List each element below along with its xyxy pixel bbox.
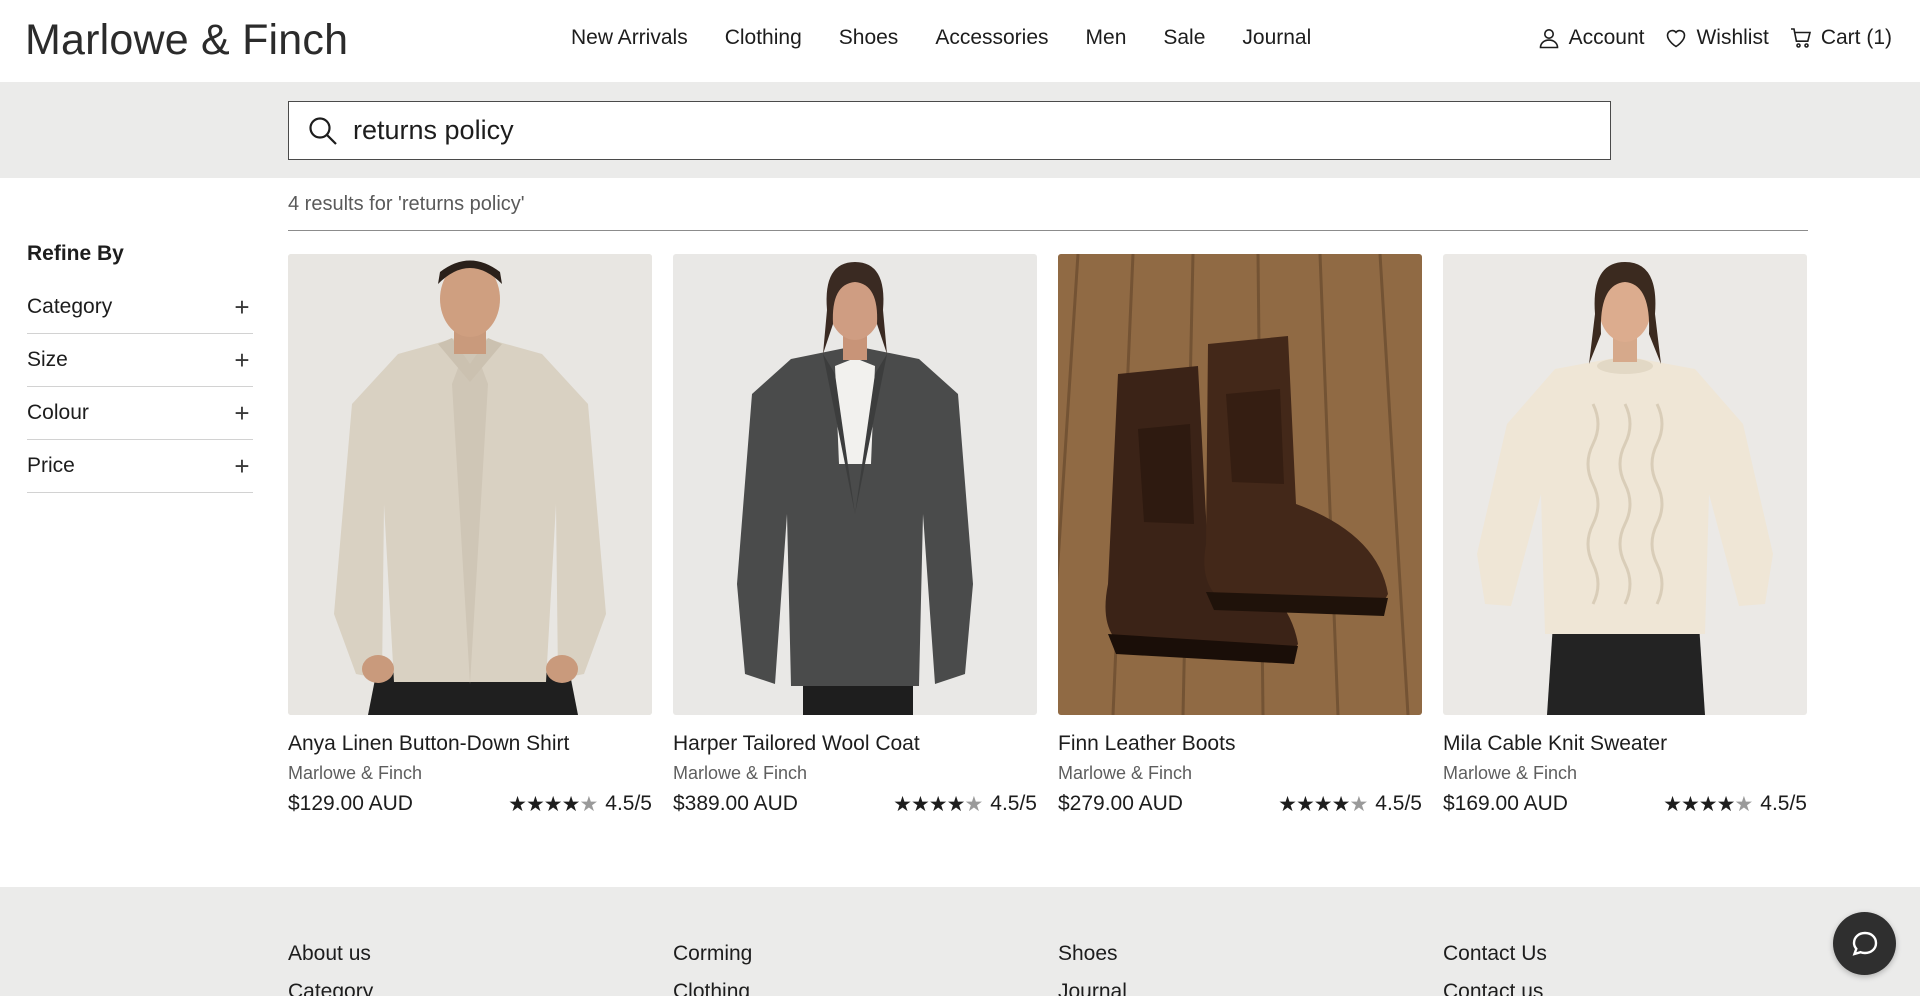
filter-price[interactable]: Price + bbox=[27, 440, 253, 493]
wishlist-label: Wishlist bbox=[1696, 26, 1769, 49]
star-rating-icon: ★★★★★ bbox=[1663, 792, 1753, 816]
nav-clothing[interactable]: Clothing bbox=[725, 26, 802, 50]
product-card[interactable]: Finn Leather Boots Marlowe & Finch $279.… bbox=[1058, 254, 1422, 816]
cart-label: Cart (1) bbox=[1820, 26, 1892, 49]
refine-title: Refine By bbox=[27, 242, 124, 265]
search-icon bbox=[309, 116, 337, 145]
search-box[interactable] bbox=[288, 101, 1611, 160]
rating-value: 4.5/5 bbox=[990, 792, 1037, 815]
product-price: $389.00 AUD bbox=[673, 792, 798, 815]
product-image-boots[interactable] bbox=[1058, 254, 1422, 715]
site-header: Marlowe & Finch New Arrivals Clothing Sh… bbox=[0, 0, 1920, 82]
results-count: 4 results for 'returns policy' bbox=[288, 193, 525, 215]
star-rating-icon: ★★★★★ bbox=[508, 792, 598, 816]
footer-link[interactable]: Journal bbox=[1058, 980, 1127, 996]
nav-sale[interactable]: Sale bbox=[1163, 26, 1205, 50]
search-band bbox=[0, 82, 1920, 178]
product-image-shirt[interactable] bbox=[288, 254, 652, 715]
product-card[interactable]: Anya Linen Button-Down Shirt Marlowe & F… bbox=[288, 254, 652, 816]
product-price: $169.00 AUD bbox=[1443, 792, 1568, 815]
product-name[interactable]: Harper Tailored Wool Coat bbox=[673, 732, 1037, 756]
filter-colour[interactable]: Colour + bbox=[27, 387, 253, 440]
product-image-coat[interactable] bbox=[673, 254, 1037, 715]
product-brand: Marlowe & Finch bbox=[673, 763, 808, 783]
filter-label: Category bbox=[27, 295, 113, 318]
product-price: $129.00 AUD bbox=[288, 792, 413, 815]
site-footer: About us Category Corming Clothing Shoes… bbox=[0, 887, 1920, 996]
user-icon bbox=[1539, 29, 1558, 49]
product-name[interactable]: Anya Linen Button-Down Shirt bbox=[288, 732, 652, 756]
wishlist-link[interactable]: Wishlist bbox=[1664, 26, 1769, 50]
rating-value: 4.5/5 bbox=[1760, 792, 1807, 815]
plus-icon[interactable]: + bbox=[231, 347, 253, 373]
heart-icon bbox=[1667, 29, 1686, 48]
product-rating: ★★★★★ 4.5/5 bbox=[1278, 792, 1422, 816]
footer-heading[interactable]: Corming bbox=[673, 942, 752, 966]
search-input[interactable] bbox=[353, 115, 1553, 146]
star-rating-icon: ★★★★★ bbox=[893, 792, 983, 816]
footer-column: About us Category bbox=[288, 942, 373, 996]
product-rating: ★★★★★ 4.5/5 bbox=[508, 792, 652, 816]
nav-accessories[interactable]: Accessories bbox=[935, 26, 1048, 50]
footer-column: Corming Clothing bbox=[673, 942, 752, 996]
nav-journal[interactable]: Journal bbox=[1242, 26, 1311, 50]
filter-list: Category + Size + Colour + Price + bbox=[27, 281, 253, 493]
chat-bubble-icon bbox=[1852, 931, 1877, 956]
product-card[interactable]: Mila Cable Knit Sweater Marlowe & Finch … bbox=[1443, 254, 1807, 816]
nav-shoes[interactable]: Shoes bbox=[839, 26, 899, 50]
filter-label: Size bbox=[27, 348, 68, 371]
account-link[interactable]: Account bbox=[1537, 26, 1645, 50]
cart-link[interactable]: Cart (1) bbox=[1789, 26, 1892, 50]
product-name[interactable]: Mila Cable Knit Sweater bbox=[1443, 732, 1807, 756]
rating-value: 4.5/5 bbox=[1375, 792, 1422, 815]
account-label: Account bbox=[1568, 26, 1645, 49]
filter-size[interactable]: Size + bbox=[27, 334, 253, 387]
chat-button[interactable] bbox=[1833, 912, 1896, 975]
footer-column: Shoes Journal bbox=[1058, 942, 1127, 996]
footer-link[interactable]: Contact us bbox=[1443, 980, 1547, 996]
filter-label: Colour bbox=[27, 401, 89, 424]
cart-icon bbox=[1790, 28, 1811, 48]
site-logo[interactable]: Marlowe & Finch bbox=[25, 16, 348, 65]
rating-value: 4.5/5 bbox=[605, 792, 652, 815]
plus-icon[interactable]: + bbox=[231, 294, 253, 320]
nav-new-arrivals[interactable]: New Arrivals bbox=[571, 26, 688, 50]
filter-label: Price bbox=[27, 454, 75, 477]
footer-link[interactable]: Category bbox=[288, 980, 373, 996]
footer-heading[interactable]: Shoes bbox=[1058, 942, 1127, 966]
product-rating: ★★★★★ 4.5/5 bbox=[893, 792, 1037, 816]
product-brand: Marlowe & Finch bbox=[288, 763, 423, 783]
header-utilities: Account Wishlist Cart (1) bbox=[1517, 26, 1892, 50]
footer-link[interactable]: Clothing bbox=[673, 980, 752, 996]
product-rating: ★★★★★ 4.5/5 bbox=[1663, 792, 1807, 816]
filter-category[interactable]: Category + bbox=[27, 281, 253, 334]
footer-heading[interactable]: About us bbox=[288, 942, 373, 966]
footer-heading[interactable]: Contact Us bbox=[1443, 942, 1547, 966]
results-divider bbox=[288, 230, 1808, 231]
product-image-sweater[interactable] bbox=[1443, 254, 1807, 715]
product-brand: Marlowe & Finch bbox=[1443, 763, 1578, 783]
main-nav: New Arrivals Clothing Shoes Accessories … bbox=[571, 26, 1311, 50]
product-brand: Marlowe & Finch bbox=[1058, 763, 1193, 783]
product-card[interactable]: Harper Tailored Wool Coat Marlowe & Finc… bbox=[673, 254, 1037, 816]
nav-men[interactable]: Men bbox=[1086, 26, 1127, 50]
plus-icon[interactable]: + bbox=[231, 400, 253, 426]
footer-column: Contact Us Contact us bbox=[1443, 942, 1547, 996]
product-grid: Anya Linen Button-Down Shirt Marlowe & F… bbox=[288, 254, 1808, 834]
star-rating-icon: ★★★★★ bbox=[1278, 792, 1368, 816]
product-name[interactable]: Finn Leather Boots bbox=[1058, 732, 1422, 756]
product-price: $279.00 AUD bbox=[1058, 792, 1183, 815]
plus-icon[interactable]: + bbox=[231, 453, 253, 479]
